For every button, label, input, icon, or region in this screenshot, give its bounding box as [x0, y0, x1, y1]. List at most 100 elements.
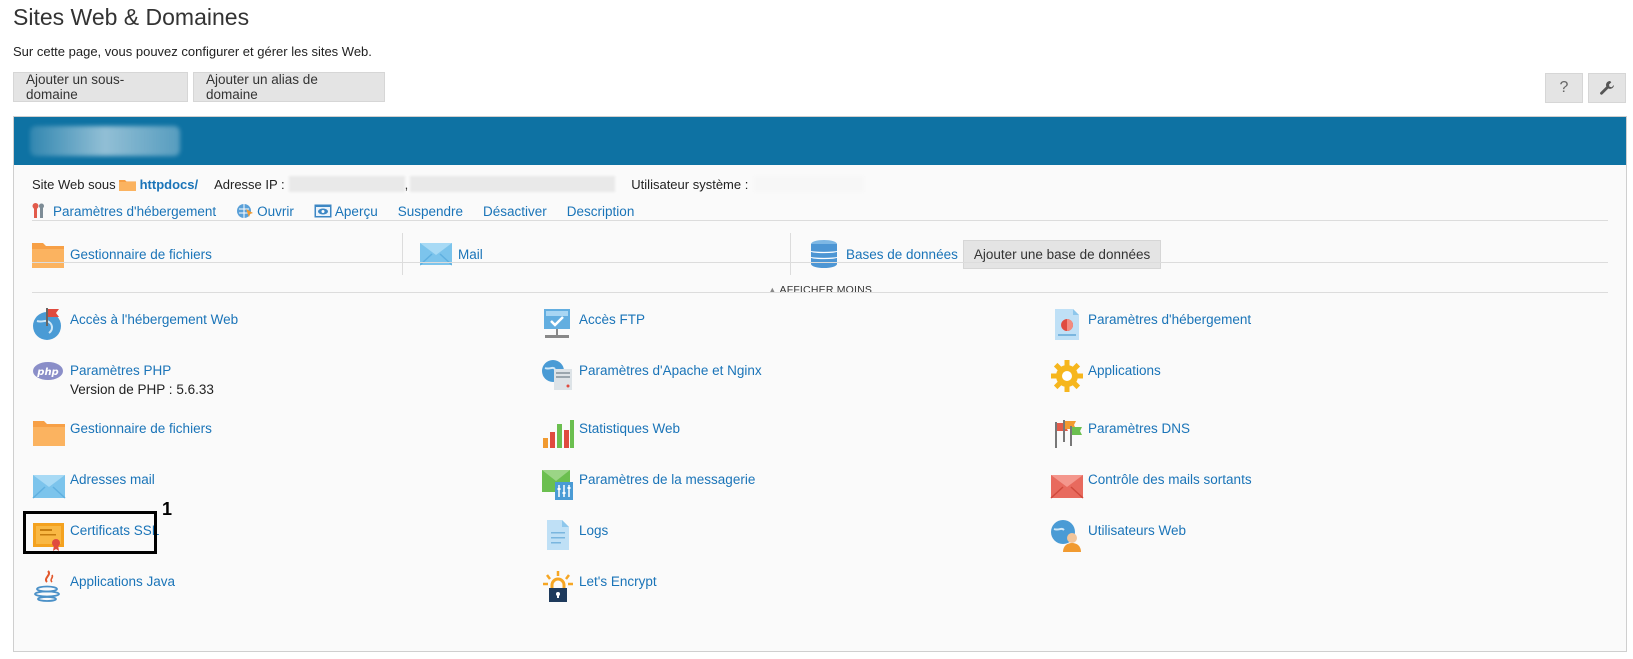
- tool-outgoing-mail-control[interactable]: Contrôle des mails sortants: [1050, 467, 1252, 501]
- database-icon: [810, 240, 838, 268]
- page-description: Sur cette page, vous pouvez configurer e…: [13, 44, 372, 59]
- tool-hosting-settings[interactable]: Paramètres d'hébergement: [1050, 307, 1251, 341]
- domain-name-redacted[interactable]: [30, 126, 180, 156]
- description-link[interactable]: Description: [567, 204, 635, 219]
- add-domain-alias-button[interactable]: Ajouter un alias de domaine: [193, 72, 385, 102]
- domain-info-line: Site Web sous httpdocs/ Adresse IP : , U…: [32, 176, 865, 192]
- divider: [32, 262, 1608, 263]
- tool-label: Accès à l'hébergement Web: [70, 312, 239, 327]
- hosting-settings-icon: [32, 203, 44, 218]
- apache-nginx-icon: [542, 360, 572, 390]
- preview-link[interactable]: Aperçu: [314, 203, 378, 219]
- quick-databases: Bases de données Ajouter une base de don…: [791, 233, 1162, 275]
- java-icon: [34, 570, 60, 602]
- wrench-icon: [1600, 81, 1614, 95]
- globe-flag-icon: [33, 308, 61, 340]
- system-user-redacted: [754, 176, 865, 192]
- folder-icon: [118, 179, 136, 191]
- annotation-highlight-box: [23, 511, 157, 554]
- tools-button[interactable]: [1588, 73, 1626, 103]
- lets-encrypt-icon: [543, 571, 573, 602]
- ipv6-redacted: [410, 176, 616, 192]
- quick-mail[interactable]: Mail: [403, 233, 790, 275]
- disable-link[interactable]: Désactiver: [483, 204, 547, 219]
- hosting-settings-label: Paramètres d'hébergement: [53, 203, 217, 219]
- hosting-doc-icon: [1055, 309, 1079, 340]
- show-less-label: AFFICHER MOINS: [779, 284, 873, 296]
- tool-file-manager[interactable]: Gestionnaire de fichiers: [32, 416, 212, 450]
- open-icon: [237, 204, 254, 218]
- tool-label: Adresses mail: [70, 472, 155, 487]
- red-envelope-icon: [1050, 475, 1084, 499]
- domain-header: [14, 117, 1626, 165]
- tool-web-statistics[interactable]: Statistiques Web: [541, 416, 680, 450]
- web-users-icon: [1051, 520, 1081, 552]
- envelope-icon: [420, 243, 452, 266]
- chevron-up-icon: ▲: [767, 285, 777, 295]
- show-less-toggle[interactable]: ▲ AFFICHER MOINS: [14, 284, 1626, 296]
- tool-mail-addresses[interactable]: Adresses mail: [32, 467, 155, 501]
- divider: [32, 220, 1608, 221]
- docroot-link[interactable]: httpdocs/: [140, 177, 199, 192]
- tool-label: Let's Encrypt: [579, 574, 657, 589]
- tool-label: Applications: [1088, 363, 1161, 378]
- gear-icon: [1051, 360, 1083, 392]
- tool-php-settings[interactable]: php Paramètres PHP Version de PHP : 5.6.…: [32, 358, 214, 397]
- open-label: Ouvrir: [257, 203, 294, 219]
- tool-label: Gestionnaire de fichiers: [70, 421, 212, 436]
- tool-label: Paramètres DNS: [1088, 421, 1191, 436]
- php-version: Version de PHP : 5.6.33: [70, 382, 214, 397]
- folder-icon: [32, 243, 64, 268]
- php-icon: php: [33, 362, 63, 380]
- add-database-button[interactable]: Ajouter une base de données: [962, 239, 1162, 269]
- tool-logs[interactable]: Logs: [541, 518, 608, 552]
- site-under-label: Site Web sous: [32, 176, 116, 192]
- page-title: Sites Web & Domaines: [13, 4, 250, 30]
- svg-text:php: php: [36, 367, 58, 378]
- tool-label: Logs: [579, 523, 609, 538]
- hosting-settings-link[interactable]: Paramètres d'hébergement: [32, 203, 216, 219]
- help-button[interactable]: ?: [1545, 73, 1583, 103]
- tool-label: Applications Java: [70, 574, 176, 589]
- domain-actions: Paramètres d'hébergement Ouvrir Aperçu S…: [32, 203, 654, 219]
- tool-label: Accès FTP: [579, 312, 646, 327]
- tool-php-text: Paramètres PHP Version de PHP : 5.6.33: [70, 363, 214, 397]
- tool-applications[interactable]: Applications: [1050, 358, 1161, 392]
- tool-label: Paramètres de la messagerie: [579, 472, 756, 487]
- quick-mail-label: Mail: [458, 246, 483, 262]
- ftp-icon: [544, 309, 570, 338]
- tool-label: Paramètres d'Apache et Nginx: [579, 363, 762, 378]
- tool-dns-settings[interactable]: Paramètres DNS: [1050, 416, 1190, 450]
- tool-label: Contrôle des mails sortants: [1088, 472, 1252, 487]
- system-user-label: Utilisateur système :: [631, 176, 749, 192]
- ip-separator: ,: [404, 176, 409, 192]
- ipv4-redacted: [288, 176, 405, 192]
- tool-label: Paramètres d'hébergement: [1088, 312, 1252, 327]
- tool-mail-settings[interactable]: Paramètres de la messagerie: [541, 467, 755, 501]
- tool-web-hosting-access[interactable]: Accès à l'hébergement Web: [32, 307, 238, 341]
- tool-ftp-access[interactable]: Accès FTP: [541, 307, 645, 341]
- tool-lets-encrypt[interactable]: Let's Encrypt: [541, 569, 657, 603]
- add-subdomain-button[interactable]: Ajouter un sous-domaine: [13, 72, 188, 102]
- divider: [32, 292, 1608, 293]
- bar-stats-icon: [543, 420, 574, 448]
- envelope-icon: [32, 475, 66, 499]
- quick-file-manager[interactable]: Gestionnaire de fichiers: [32, 233, 402, 275]
- tool-java-applications[interactable]: Applications Java: [32, 569, 175, 603]
- domain-panel: Site Web sous httpdocs/ Adresse IP : , U…: [13, 116, 1627, 652]
- quick-databases-label[interactable]: Bases de données: [846, 247, 958, 262]
- logs-icon: [547, 520, 569, 550]
- tool-label: Paramètres PHP: [70, 363, 172, 378]
- tool-web-users[interactable]: Utilisateurs Web: [1050, 518, 1186, 552]
- tool-apache-nginx[interactable]: Paramètres d'Apache et Nginx: [541, 358, 762, 392]
- annotation-number: 1: [162, 499, 173, 519]
- mail-settings-icon: [542, 470, 573, 500]
- suspend-link[interactable]: Suspendre: [398, 204, 463, 219]
- quick-file-manager-label: Gestionnaire de fichiers: [70, 246, 212, 262]
- tool-label: Utilisateurs Web: [1088, 523, 1187, 538]
- quick-access-row: Gestionnaire de fichiers Mail Bases de d…: [32, 233, 1608, 275]
- tool-label: Statistiques Web: [579, 421, 681, 436]
- preview-label: Aperçu: [334, 203, 378, 219]
- folder-icon: [33, 421, 65, 446]
- open-link[interactable]: Ouvrir: [236, 203, 294, 219]
